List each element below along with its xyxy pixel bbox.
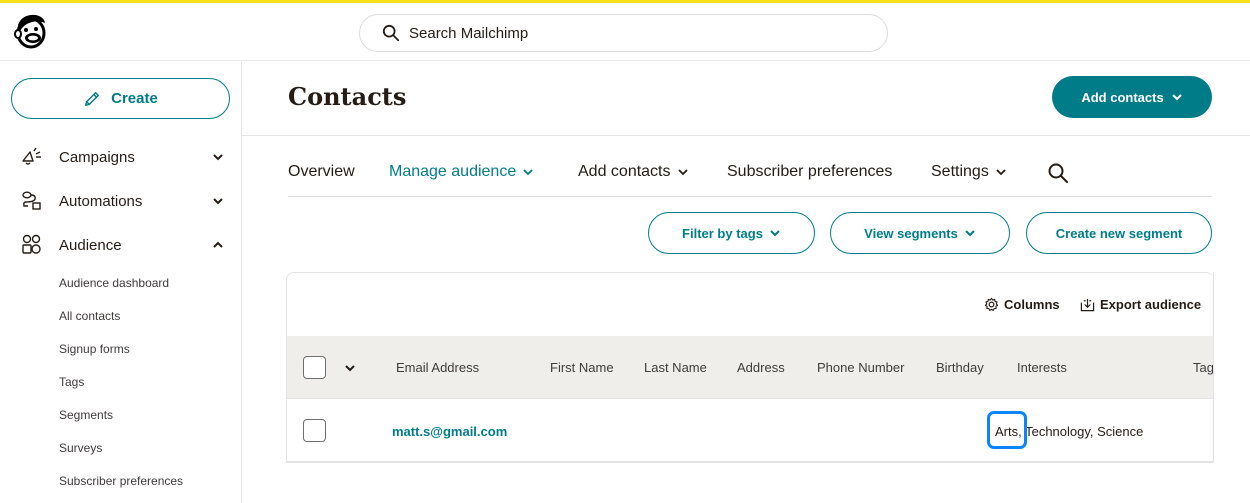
- search-input[interactable]: [409, 24, 849, 42]
- tab-label: Manage audience: [389, 163, 517, 180]
- column-header-first-name[interactable]: First Name: [550, 360, 614, 375]
- page-header: Contacts Add contacts: [242, 62, 1250, 136]
- view-segments-button[interactable]: View segments: [830, 212, 1010, 254]
- chevron-down-icon: [965, 230, 975, 237]
- sidebar-item-label: Campaigns: [59, 148, 135, 166]
- add-contacts-button[interactable]: Add contacts: [1052, 76, 1212, 118]
- sidebar-subitem-all-contacts[interactable]: All contacts: [59, 307, 120, 325]
- workflow-icon: [22, 191, 41, 210]
- sidebar-subitem-segments[interactable]: Segments: [59, 406, 113, 424]
- mailchimp-logo-icon[interactable]: [12, 11, 48, 51]
- page-title: Contacts: [288, 82, 407, 111]
- column-header-birthday[interactable]: Birthday: [936, 360, 984, 375]
- sidebar-subitem-audience-dashboard[interactable]: Audience dashboard: [59, 274, 169, 292]
- column-header-email[interactable]: Email Address: [396, 360, 479, 375]
- column-header-tags[interactable]: Tags: [1193, 360, 1214, 375]
- sidebar-item-automations[interactable]: Automations: [0, 181, 241, 221]
- pencil-icon: [85, 91, 100, 106]
- search-icon[interactable]: [1047, 162, 1069, 184]
- megaphone-icon: [22, 147, 41, 165]
- filter-by-tags-button[interactable]: Filter by tags: [648, 212, 815, 254]
- sidebar-subitem-signup-forms[interactable]: Signup forms: [59, 340, 130, 358]
- create-new-segment-label: Create new segment: [1055, 225, 1183, 241]
- select-all-checkbox[interactable]: [303, 356, 326, 379]
- create-new-segment-button[interactable]: Create new segment: [1026, 212, 1212, 254]
- contacts-table: Columns Export audience Email Address Fi…: [286, 272, 1214, 463]
- chevron-down-icon: [523, 169, 533, 176]
- export-audience-label: Export audience: [1100, 297, 1202, 312]
- create-button[interactable]: Create: [11, 78, 230, 119]
- tab-subscriber-preferences[interactable]: Subscriber preferences: [727, 163, 892, 181]
- sidebar-item-label: Automations: [59, 192, 143, 210]
- download-icon: [1080, 298, 1095, 312]
- export-audience-button[interactable]: Export audience: [1080, 297, 1201, 312]
- sidebar-item-label: Audience: [59, 236, 122, 254]
- tab-settings[interactable]: Settings: [931, 163, 1007, 181]
- columns-button[interactable]: Columns: [984, 297, 1060, 312]
- table-edge-divider: [1213, 272, 1214, 463]
- sidebar-subitem-subscriber-preferences[interactable]: Subscriber preferences: [59, 472, 183, 490]
- tab-label: Subscriber preferences: [727, 163, 893, 180]
- sidebar-subitem-surveys[interactable]: Surveys: [59, 439, 102, 457]
- sidebar: Create Campaigns Automations Audience Au…: [0, 62, 242, 503]
- tab-label: Settings: [931, 163, 989, 180]
- chevron-down-icon: [770, 230, 780, 237]
- columns-label: Columns: [1004, 297, 1060, 312]
- tab-label: Add contacts: [578, 163, 671, 180]
- chevron-down-icon: [996, 169, 1006, 176]
- chevron-down-icon: [677, 169, 688, 176]
- contact-email-link[interactable]: matt.s@gmail.com: [392, 424, 507, 439]
- audience-tabs: Overview Manage audience Add contacts Su…: [288, 155, 1212, 197]
- create-label: Create: [111, 90, 158, 107]
- top-bar: [0, 3, 1250, 61]
- chevron-down-icon: [213, 154, 223, 161]
- sidebar-subitem-tags[interactable]: Tags: [59, 373, 84, 391]
- tab-label: Overview: [288, 163, 355, 180]
- column-header-phone[interactable]: Phone Number: [817, 360, 904, 375]
- table-row: matt.s@gmail.com Arts, Technology, Scien…: [287, 400, 1214, 462]
- column-header-interests[interactable]: Interests: [1017, 360, 1067, 375]
- add-contacts-label: Add contacts: [1081, 89, 1164, 105]
- row-checkbox[interactable]: [303, 419, 326, 442]
- gear-icon: [984, 297, 999, 311]
- column-header-address[interactable]: Address: [737, 360, 785, 375]
- search-icon: [382, 24, 400, 42]
- view-segments-label: View segments: [864, 225, 958, 241]
- tab-overview[interactable]: Overview: [288, 163, 355, 181]
- audience-icon: [22, 234, 41, 254]
- sidebar-item-campaigns[interactable]: Campaigns: [0, 137, 241, 177]
- chevron-up-icon: [213, 241, 223, 248]
- chevron-down-icon[interactable]: [344, 362, 356, 374]
- global-search[interactable]: [359, 14, 888, 52]
- tab-manage-audience[interactable]: Manage audience: [389, 163, 534, 181]
- contact-interests: Arts, Technology, Science: [995, 424, 1144, 439]
- sidebar-item-audience[interactable]: Audience: [0, 225, 241, 265]
- table-header-row: Email Address First Name Last Name Addre…: [287, 336, 1214, 399]
- column-header-last-name[interactable]: Last Name: [644, 360, 707, 375]
- filter-by-tags-label: Filter by tags: [682, 225, 763, 241]
- chevron-down-icon: [1171, 94, 1182, 101]
- chevron-down-icon: [213, 198, 223, 205]
- tab-add-contacts[interactable]: Add contacts: [578, 163, 689, 181]
